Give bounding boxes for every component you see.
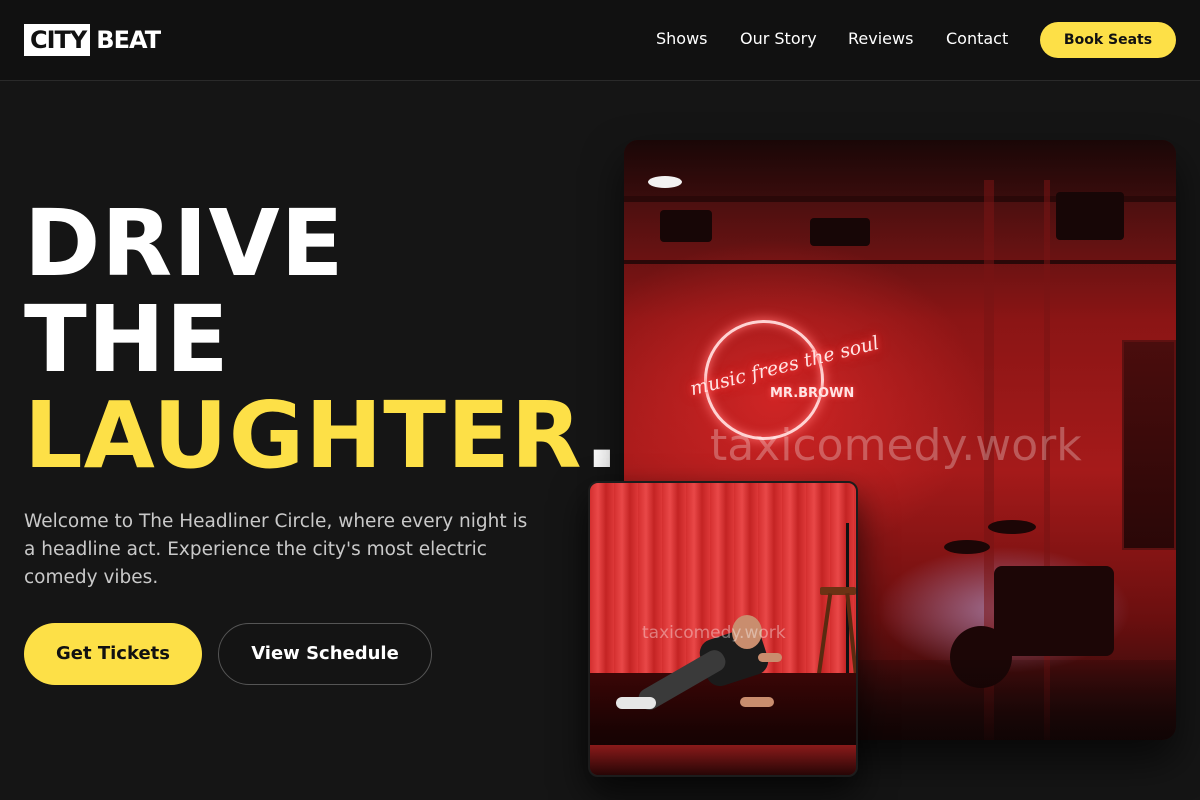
logo-box-text: CITY xyxy=(24,24,91,56)
ceiling-light xyxy=(648,176,682,188)
logo-text: BEAT xyxy=(96,26,161,54)
logo[interactable]: CITY BEAT xyxy=(24,24,161,56)
performer-watermark: taxicomedy.work xyxy=(642,623,786,643)
headline-dot: . xyxy=(584,382,621,489)
nav-item-our-story[interactable]: Our Story xyxy=(740,28,817,50)
speaker xyxy=(660,210,712,242)
stool-leg xyxy=(815,593,833,683)
speaker xyxy=(1056,192,1124,240)
nav-item-reviews[interactable]: Reviews xyxy=(848,28,913,50)
headline-accent: LAUGHTER xyxy=(24,382,585,489)
cymbal xyxy=(944,540,990,554)
nav-item-contact[interactable]: Contact xyxy=(946,28,1008,50)
performer-shoe xyxy=(616,697,656,709)
site-header: CITY BEAT Shows Our Story Reviews Contac… xyxy=(0,0,1200,81)
neon-sign-subtext: MR.BROWN xyxy=(770,386,855,401)
stool-seat xyxy=(820,587,856,595)
headline-line-2: THE xyxy=(24,286,230,393)
performer-hand xyxy=(758,653,782,662)
headline-line-3: LAUGHTER. xyxy=(24,388,644,484)
page: CITY BEAT Shows Our Story Reviews Contac… xyxy=(0,0,1200,800)
headline-line-1: DRIVE xyxy=(24,190,345,297)
get-tickets-button[interactable]: Get Tickets xyxy=(24,623,202,685)
nav-item-shows[interactable]: Shows xyxy=(656,28,708,50)
performer-image: taxicomedy.work xyxy=(588,481,858,777)
amp xyxy=(994,566,1114,656)
wall-frame xyxy=(1122,340,1176,550)
view-schedule-button[interactable]: View Schedule xyxy=(218,623,432,685)
hero-subtext: Welcome to The Headliner Circle, where e… xyxy=(24,511,528,588)
stage-edge xyxy=(590,745,856,775)
venue-ceiling xyxy=(624,140,1176,200)
speaker xyxy=(810,218,870,246)
performer-hand xyxy=(740,697,774,707)
venue-watermark: taxicomedy.work xyxy=(710,420,1082,471)
venue-beam xyxy=(624,260,1176,264)
hero-headline: DRIVE THE LAUGHTER. xyxy=(24,196,644,484)
cymbal xyxy=(988,520,1036,534)
book-seats-button[interactable]: Book Seats xyxy=(1040,22,1176,58)
